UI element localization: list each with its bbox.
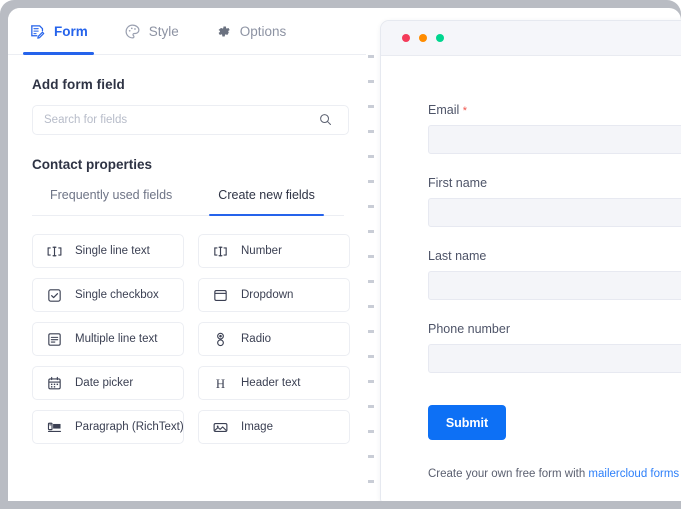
mailercloud-forms-link[interactable]: mailercloud forms bbox=[588, 468, 679, 480]
submit-button[interactable]: Submit bbox=[428, 405, 506, 440]
preview-footer: Create your own free form with mailerclo… bbox=[428, 468, 681, 480]
image-icon bbox=[213, 422, 228, 432]
form-icon bbox=[31, 24, 45, 39]
field-card-label: Paragraph (RichText) bbox=[75, 421, 184, 433]
required-asterisk: * bbox=[462, 105, 468, 117]
field-card-dropdown[interactable]: Dropdown bbox=[198, 278, 350, 312]
field-card-label: Header text bbox=[241, 377, 301, 389]
field-type-grid: Single line text Number Single checkbox … bbox=[32, 234, 350, 444]
search-icon[interactable] bbox=[318, 112, 333, 127]
form-preview-panel: Email * First name Last name Phone numbe… bbox=[380, 20, 681, 501]
dropdown-icon bbox=[214, 289, 227, 301]
field-subtabs: Frequently used fields Create new fields bbox=[32, 188, 344, 216]
app-window: Form Style Options Add form field Search… bbox=[0, 0, 681, 519]
tab-style[interactable]: Style bbox=[124, 8, 179, 55]
field-card-paragraph-richtext[interactable]: Paragraph (RichText) bbox=[32, 410, 184, 444]
field-card-date-picker[interactable]: Date picker bbox=[32, 366, 184, 400]
field-card-header-text[interactable]: H Header text bbox=[198, 366, 350, 400]
preview-email-input[interactable] bbox=[428, 125, 681, 154]
preview-field-label: Email * bbox=[428, 103, 681, 117]
subtab-create-new-fields-label: Create new fields bbox=[218, 188, 315, 202]
left-panel-body: Add form field Contact properties Freque… bbox=[8, 55, 366, 444]
field-card-single-checkbox[interactable]: Single checkbox bbox=[32, 278, 184, 312]
tab-form[interactable]: Form bbox=[23, 8, 94, 55]
left-panel: Form Style Options Add form field Search… bbox=[8, 8, 366, 501]
main-tabbar: Form Style Options bbox=[8, 8, 366, 55]
preview-field-last-name: Last name bbox=[428, 249, 681, 300]
tab-options-label: Options bbox=[239, 23, 287, 39]
field-card-label: Multiple line text bbox=[75, 333, 158, 345]
radio-icon bbox=[217, 332, 224, 346]
tab-options[interactable]: Options bbox=[215, 8, 287, 55]
gear-icon bbox=[218, 25, 230, 36]
field-card-label: Dropdown bbox=[241, 289, 294, 301]
subtab-frequently-used-fields-label: Frequently used fields bbox=[50, 188, 173, 202]
header-text-icon: H bbox=[216, 376, 225, 390]
preview-window-bar bbox=[381, 21, 681, 56]
preview-field-first-name: First name bbox=[428, 176, 681, 227]
palette-icon bbox=[125, 24, 140, 38]
multiline-text-icon bbox=[48, 332, 61, 346]
window-maximize-dot[interactable] bbox=[436, 34, 444, 42]
window-close-dot[interactable] bbox=[402, 34, 410, 42]
field-card-label: Radio bbox=[241, 333, 272, 345]
field-card-number[interactable]: Number bbox=[198, 234, 350, 268]
preview-last-name-input[interactable] bbox=[428, 271, 681, 300]
svg-text:H: H bbox=[216, 376, 225, 390]
preview-field-phone-number: Phone number bbox=[428, 322, 681, 373]
preview-footer-text: Create your own free form with bbox=[428, 468, 589, 480]
preview-first-name-input[interactable] bbox=[428, 198, 681, 227]
field-card-single-line-text[interactable]: Single line text bbox=[32, 234, 184, 268]
field-card-label: Image bbox=[241, 421, 273, 433]
checkbox-icon bbox=[48, 288, 61, 302]
calendar-icon bbox=[48, 376, 61, 389]
panel-divider bbox=[368, 55, 374, 501]
preview-form: Email * First name Last name Phone numbe… bbox=[381, 56, 681, 501]
add-form-field-title: Add form field bbox=[32, 77, 125, 92]
preview-field-label: Phone number bbox=[428, 322, 511, 336]
tab-style-label: Style bbox=[148, 23, 179, 39]
field-card-label: Number bbox=[241, 245, 282, 257]
field-card-radio[interactable]: Radio bbox=[198, 322, 350, 356]
preview-phone-input[interactable] bbox=[428, 344, 681, 373]
field-card-multiple-line-text[interactable]: Multiple line text bbox=[32, 322, 184, 356]
preview-field-label: Last name bbox=[428, 249, 487, 263]
preview-field-label: First name bbox=[428, 176, 488, 190]
richtext-icon bbox=[47, 422, 62, 432]
search-field-wrapper bbox=[32, 105, 349, 135]
single-line-text-icon bbox=[47, 246, 62, 256]
preview-field-email: Email * bbox=[428, 103, 681, 154]
search-input[interactable] bbox=[32, 105, 349, 135]
number-icon bbox=[214, 246, 227, 256]
window-minimize-dot[interactable] bbox=[419, 34, 427, 42]
field-card-image[interactable]: Image bbox=[198, 410, 350, 444]
field-card-label: Date picker bbox=[75, 377, 134, 389]
subtab-frequently-used-fields[interactable]: Frequently used fields bbox=[50, 188, 172, 215]
tab-form-label: Form bbox=[54, 23, 88, 39]
preview-field-label-text: Email bbox=[428, 103, 460, 117]
field-card-label: Single line text bbox=[75, 245, 150, 257]
builder-card: Form Style Options Add form field Search… bbox=[8, 8, 681, 501]
contact-properties-title: Contact properties bbox=[32, 157, 153, 172]
subtab-create-new-fields[interactable]: Create new fields bbox=[209, 188, 324, 216]
field-card-label: Single checkbox bbox=[75, 289, 159, 301]
